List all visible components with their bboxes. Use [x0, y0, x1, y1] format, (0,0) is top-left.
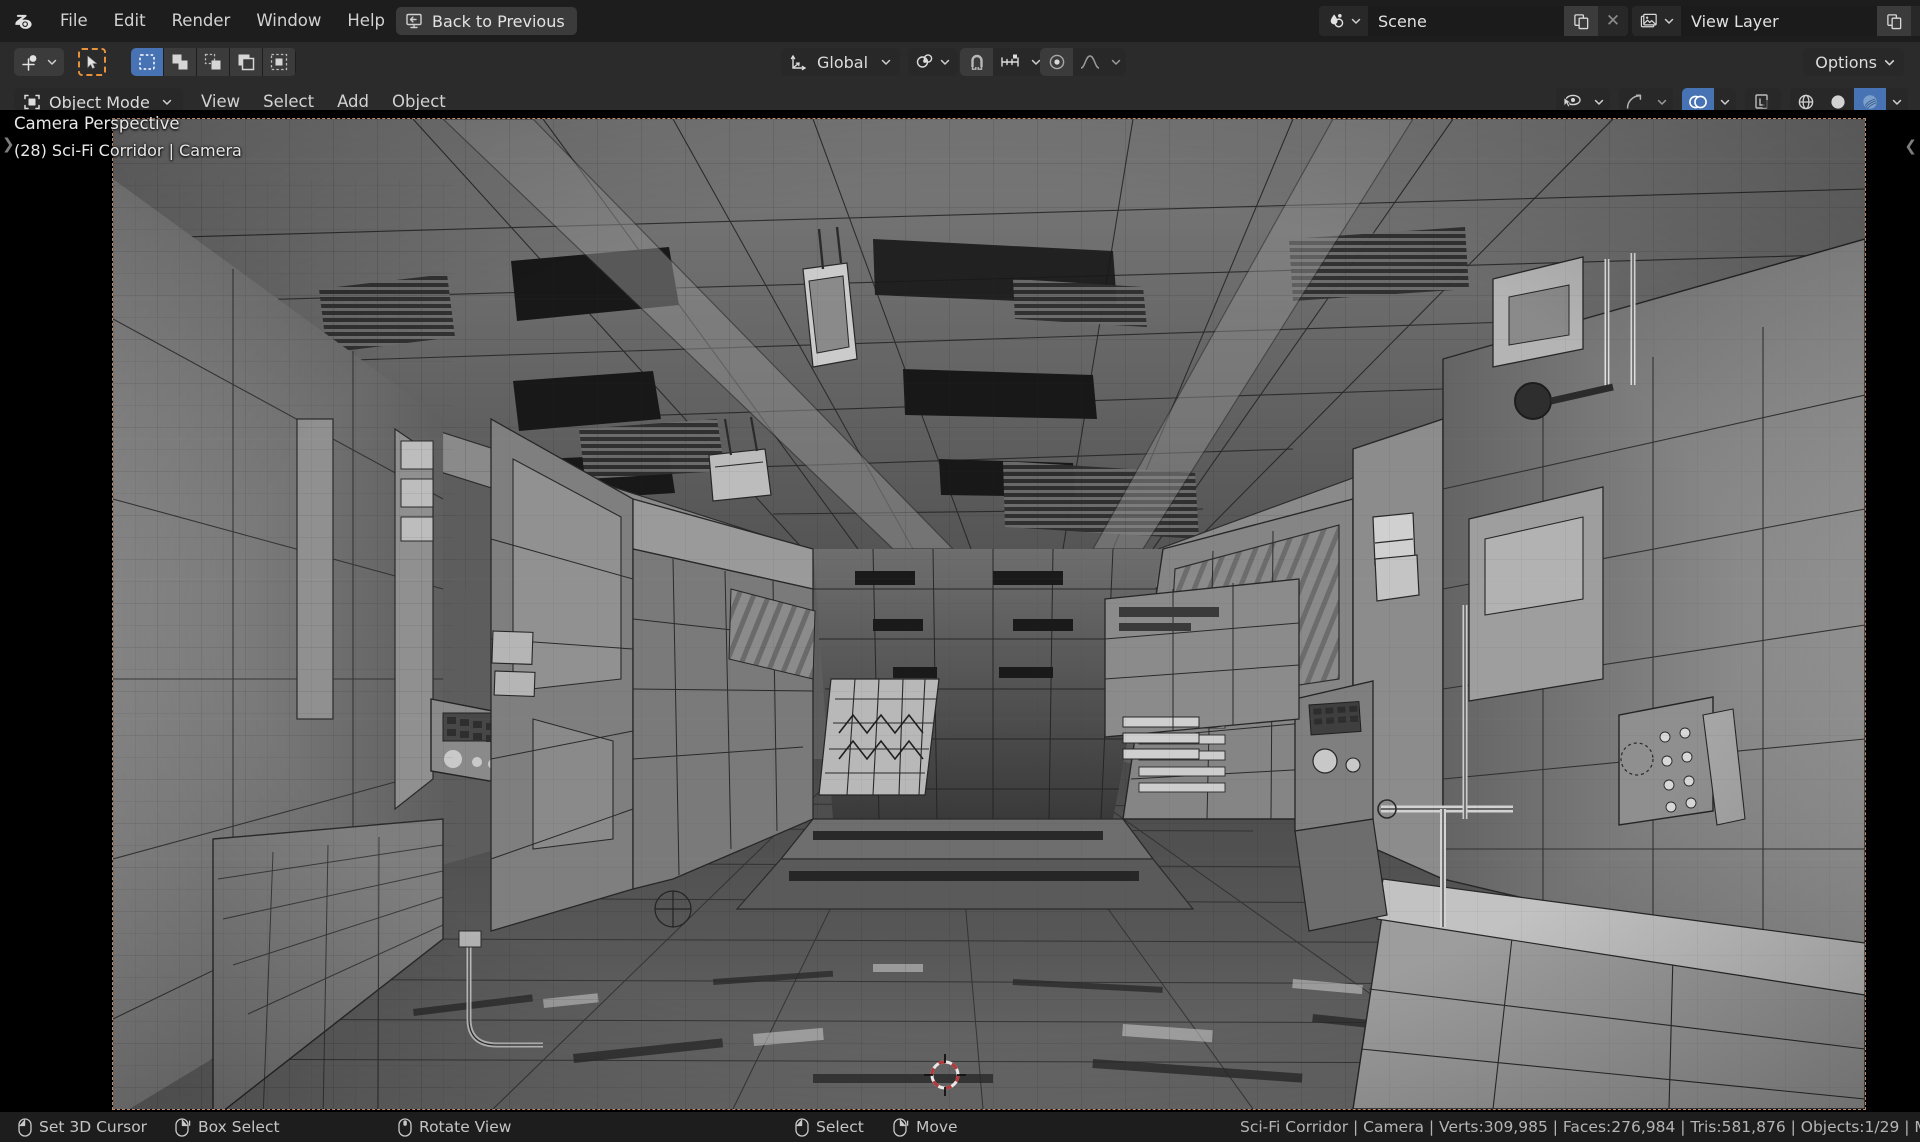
chevron-down-icon: [876, 48, 896, 76]
tweak-select-arrow-icon[interactable]: [78, 48, 106, 76]
back-to-previous-button[interactable]: Back to Previous: [396, 7, 577, 35]
transform-orientation-dropdown[interactable]: Global: [781, 48, 900, 76]
cursor-tool-icon: [20, 51, 42, 73]
view-layer-name-field[interactable]: View Layer: [1681, 6, 1877, 36]
object-mode-icon: [22, 92, 42, 112]
mouse-left-icon: [795, 1118, 809, 1137]
status-label: Set 3D Cursor: [39, 1118, 147, 1136]
chevron-down-icon[interactable]: [1106, 48, 1126, 76]
top-menu-bar: File Edit Render Window Help: [48, 7, 397, 35]
chevron-down-icon: [1350, 15, 1362, 27]
falloff-curve-icon[interactable]: [1073, 48, 1106, 76]
sci-fi-corridor-wireframe-render: [113, 119, 1865, 1109]
status-label: Box Select: [198, 1118, 280, 1136]
mouse-middle-icon: [398, 1118, 412, 1137]
pivot-point-icon: [915, 52, 935, 72]
status-label: Move: [916, 1118, 958, 1136]
status-keymap-move: Move: [893, 1112, 958, 1142]
interaction-mode-label: Object Mode: [49, 93, 150, 112]
status-keymap-rotate-view: Rotate View: [398, 1112, 511, 1142]
status-keymap-set-3d-cursor: Set 3D Cursor: [18, 1112, 147, 1142]
status-label: Select: [816, 1118, 864, 1136]
chevron-down-icon: [1663, 15, 1675, 27]
sidebar-toggle-right-icon[interactable]: ❮: [1904, 137, 1917, 155]
scene-name-field[interactable]: Scene: [1368, 6, 1564, 36]
select-mode-group: [131, 48, 296, 76]
mouse-right-icon: [893, 1118, 909, 1137]
transform-orientation-icon: [789, 52, 809, 72]
back-to-previous-label: Back to Previous: [432, 12, 565, 31]
menu-window[interactable]: Window: [244, 7, 333, 35]
status-label: Rotate View: [419, 1118, 511, 1136]
scene-selector: Scene ✕: [1319, 6, 1628, 36]
select-invert-icon[interactable]: [230, 48, 263, 76]
select-intersect-icon[interactable]: [263, 48, 296, 76]
view-layer-selector: View Layer ✕: [1632, 6, 1920, 36]
new-scene-icon[interactable]: [1564, 6, 1598, 36]
blender-window: File Edit Render Window Help Back to Pre…: [0, 0, 1920, 1142]
chevron-down-icon: [935, 48, 955, 76]
menu-render[interactable]: Render: [160, 7, 243, 35]
status-scene-statistics: Sci-Fi Corridor | Camera | Verts:309,985…: [1240, 1118, 1920, 1136]
select-set-icon[interactable]: [131, 48, 164, 76]
options-label: Options: [1815, 53, 1877, 72]
mouse-right-icon: [175, 1118, 191, 1137]
chevron-down-icon: [1883, 56, 1896, 69]
transform-orientation-label: Global: [817, 53, 868, 72]
proportional-edit-icon[interactable]: [1040, 48, 1073, 76]
options-dropdown[interactable]: Options: [1803, 48, 1904, 76]
chevron-down-icon[interactable]: [42, 48, 62, 76]
active-tool-button[interactable]: [14, 48, 64, 76]
status-keymap-box-select: Box Select: [175, 1112, 280, 1142]
new-view-layer-icon[interactable]: [1877, 6, 1911, 36]
sidebar-toggle-left-icon[interactable]: ❯: [2, 135, 15, 153]
view-layer-icon[interactable]: [1632, 6, 1681, 36]
blender-logo-icon[interactable]: [8, 0, 42, 42]
3d-viewport[interactable]: ❯ ❮: [0, 110, 1920, 1112]
snapping-group: [960, 48, 1046, 76]
magnet-icon[interactable]: [960, 48, 993, 76]
snap-increment-icon[interactable]: [993, 48, 1026, 76]
pivot-point-dropdown[interactable]: [908, 48, 958, 76]
camera-render-region: [113, 119, 1865, 1109]
proportional-editing-group: [1040, 48, 1126, 76]
menu-help[interactable]: Help: [335, 7, 397, 35]
status-bar: Set 3D Cursor Box Select Rotate View: [0, 1112, 1920, 1142]
select-subtract-icon[interactable]: [197, 48, 230, 76]
status-keymap-select: Select: [795, 1112, 864, 1142]
scene-data-icon[interactable]: [1319, 6, 1368, 36]
select-extend-icon[interactable]: [164, 48, 197, 76]
menu-edit[interactable]: Edit: [102, 7, 158, 35]
back-to-previous-icon: [404, 11, 424, 31]
unlink-scene-icon[interactable]: ✕: [1598, 6, 1628, 36]
menu-file[interactable]: File: [48, 7, 100, 35]
top-bar: File Edit Render Window Help Back to Pre…: [0, 0, 1920, 42]
tool-settings-row: Global: [0, 42, 1920, 82]
unlink-view-layer-icon[interactable]: ✕: [1911, 6, 1920, 36]
mouse-left-icon: [18, 1118, 32, 1137]
